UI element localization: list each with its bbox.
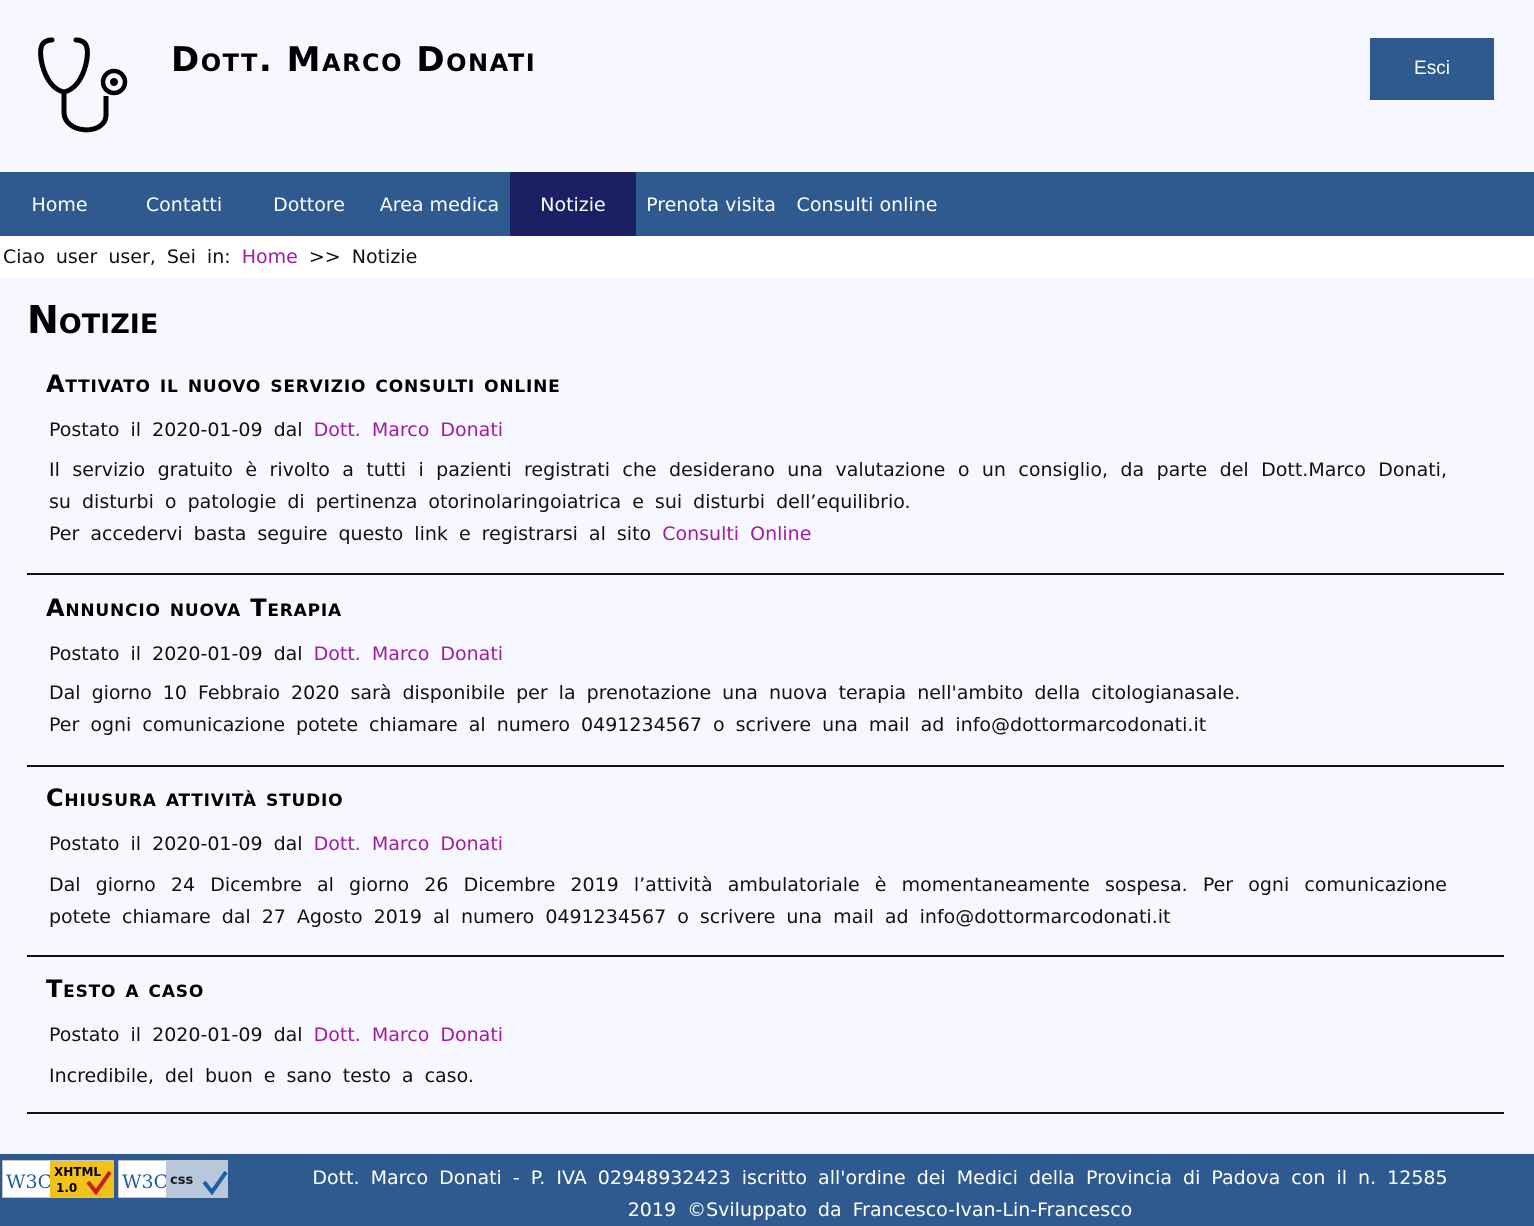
site-footer: W3C XHTML 1.0 W3C css Dott. Marco Donati… — [0, 1154, 1534, 1226]
news-body: Dal giorno 10 Febbraio 2020 sarà disponi… — [49, 677, 1447, 741]
news-meta: Postato il 2020-01-09 dal Dott. Marco Do… — [49, 419, 503, 441]
footer-line: 2019 ©Sviluppato da Francesco-Ivan-Lin-F… — [627, 1199, 1133, 1221]
news-author-link[interactable]: Dott. Marco Donati — [314, 419, 503, 441]
stethoscope-icon — [38, 37, 128, 133]
news-body-text: Dal giorno 24 Dicembre al giorno 26 Dice… — [49, 874, 1447, 928]
news-item: Chiusura attività studio Postato il 2020… — [27, 784, 1504, 957]
news-body-text: Per accedervi basta seguire questo link … — [49, 523, 652, 545]
news-author-link[interactable]: Dott. Marco Donati — [314, 643, 503, 665]
news-title: Chiusura attività studio — [46, 784, 344, 812]
logout-button[interactable]: Esci — [1370, 38, 1494, 100]
nav-item-prenota-visita[interactable]: Prenota visita — [636, 172, 786, 236]
news-meta: Postato il 2020-01-09 dal Dott. Marco Do… — [49, 833, 503, 855]
breadcrumb-greeting: Ciao user user, Sei in: — [3, 246, 231, 268]
page-title: Notizie — [27, 298, 159, 342]
site-header: Dott. Marco Donati Esci — [0, 0, 1534, 172]
news-meta: Postato il 2020-01-09 dal Dott. Marco Do… — [49, 1024, 503, 1046]
breadcrumb-home-link[interactable]: Home — [242, 246, 298, 268]
news-title: Testo a caso — [46, 975, 205, 1003]
consulti-online-link[interactable]: Consulti Online — [662, 523, 811, 545]
nav-item-consulti-online[interactable]: Consulti online — [786, 172, 948, 236]
news-body: Incredibile, del buon e sano testo a cas… — [49, 1060, 1447, 1092]
news-author-link[interactable]: Dott. Marco Donati — [314, 833, 503, 855]
site-title: Dott. Marco Donati — [171, 40, 537, 80]
news-body-text: Il servizio gratuito è rivolto a tutti i… — [49, 459, 1447, 513]
badge-w3c-text: W3C — [122, 1171, 168, 1193]
news-item: Testo a caso Postato il 2020-01-09 dal D… — [27, 975, 1504, 1114]
news-body-text: Incredibile, del buon e sano testo a cas… — [49, 1065, 474, 1087]
nav-item-home[interactable]: Home — [0, 172, 119, 236]
news-body-text: Per ogni comunicazione potete chiamare a… — [49, 714, 1207, 736]
news-meta-prefix: Postato il 2020-01-09 dal — [49, 643, 303, 665]
news-body: Il servizio gratuito è rivolto a tutti i… — [49, 454, 1447, 550]
w3c-css-badge[interactable]: W3C css — [118, 1160, 228, 1198]
nav-item-dottore[interactable]: Dottore — [249, 172, 369, 236]
footer-text: Dott. Marco Donati - P. IVA 02948932423 … — [305, 1162, 1455, 1226]
breadcrumb-separator: >> — [308, 246, 341, 268]
news-item: Attivato il nuovo servizio consulti onli… — [27, 370, 1504, 575]
badge-xhtml-version: 1.0 — [56, 1181, 77, 1195]
footer-line: Dott. Marco Donati - P. IVA 02948932423 … — [312, 1167, 1448, 1189]
news-body-text: Dal giorno 10 Febbraio 2020 sarà disponi… — [49, 682, 1241, 704]
news-meta-prefix: Postato il 2020-01-09 dal — [49, 419, 303, 441]
news-author-link[interactable]: Dott. Marco Donati — [314, 1024, 503, 1046]
news-meta-prefix: Postato il 2020-01-09 dal — [49, 833, 303, 855]
news-body: Dal giorno 24 Dicembre al giorno 26 Dice… — [49, 869, 1447, 933]
nav-item-notizie[interactable]: Notizie — [510, 172, 636, 236]
news-meta-prefix: Postato il 2020-01-09 dal — [49, 1024, 303, 1046]
breadcrumb: Ciao user user, Sei in: Home >> Notizie — [0, 236, 1534, 278]
badge-xhtml-label: XHTML — [54, 1165, 101, 1179]
nav-item-contatti[interactable]: Contatti — [119, 172, 249, 236]
news-title: Annuncio nuova Terapia — [46, 594, 342, 622]
news-title: Attivato il nuovo servizio consulti onli… — [46, 370, 561, 398]
news-meta: Postato il 2020-01-09 dal Dott. Marco Do… — [49, 643, 503, 665]
badge-w3c-text: W3C — [6, 1171, 52, 1193]
breadcrumb-current: Notizie — [351, 246, 418, 268]
w3c-xhtml-badge[interactable]: W3C XHTML 1.0 — [2, 1160, 114, 1198]
nav-item-area-medica[interactable]: Area medica — [369, 172, 510, 236]
badge-css-label: css — [170, 1173, 193, 1188]
news-item: Annuncio nuova Terapia Postato il 2020-0… — [27, 594, 1504, 767]
main-nav: Home Contatti Dottore Area medica Notizi… — [0, 172, 1534, 236]
